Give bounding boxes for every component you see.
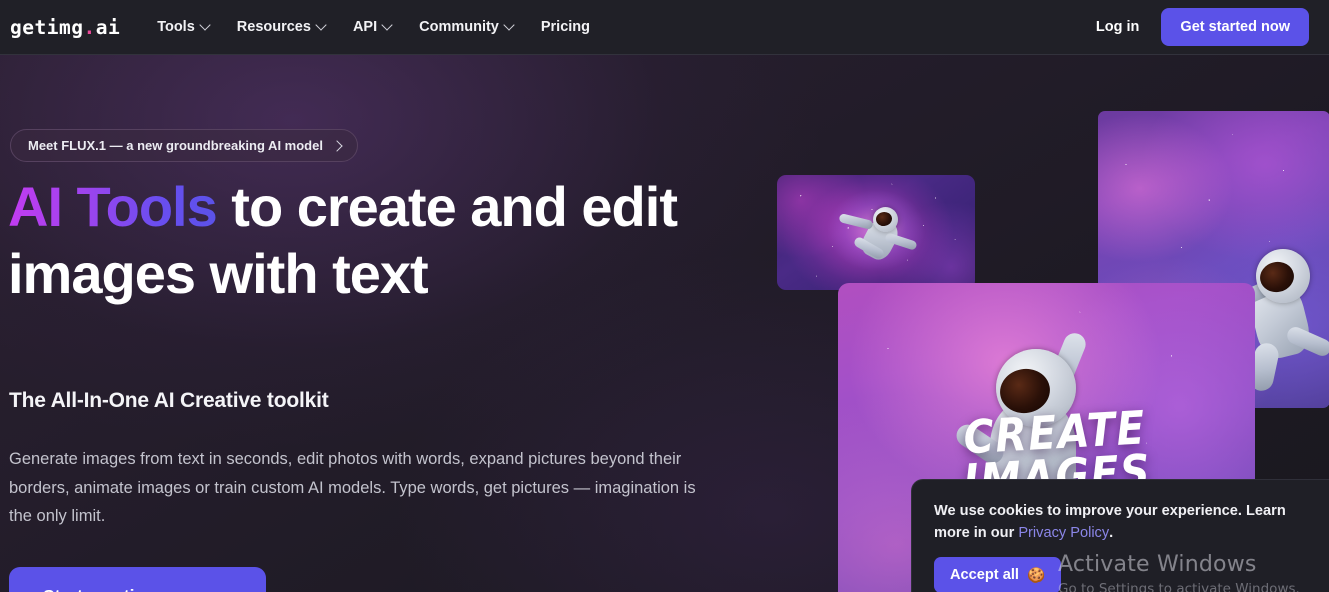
chevron-down-icon [383, 21, 392, 30]
nav-item-label: Tools [157, 19, 195, 35]
privacy-policy-link[interactable]: Privacy Policy [1018, 525, 1109, 541]
logo-dot: . [83, 15, 96, 39]
astronaut-figure-top [838, 203, 923, 269]
accept-all-cookies-button[interactable]: Accept all 🍪 [934, 557, 1062, 592]
page-title: AI Tools to create and edit images with … [8, 173, 768, 307]
hero-body-text: Generate images from text in seconds, ed… [9, 450, 696, 525]
nav-item-community[interactable]: Community [419, 19, 514, 35]
start-creating-label: Start creating now [43, 586, 196, 592]
nav-item-label: Resources [236, 19, 311, 35]
chevron-down-icon [201, 21, 210, 30]
announcement-badge[interactable]: Meet FLUX.1 — a new groundbreaking AI mo… [10, 129, 358, 162]
chevron-down-icon [505, 21, 514, 30]
nav-item-label: Community [419, 19, 499, 35]
nav-item-resources[interactable]: Resources [237, 19, 326, 35]
nav-links-group: Tools Resources API Community Pricing [157, 19, 590, 35]
cookie-consent-banner: We use cookies to improve your experienc… [911, 479, 1329, 592]
cookie-banner-text: We use cookies to improve your experienc… [934, 500, 1309, 544]
gallery-image-top[interactable] [777, 175, 975, 290]
logo-text: getimg [10, 15, 84, 39]
nav-item-tools[interactable]: Tools [157, 19, 210, 35]
cookie-icon: 🍪 [1026, 568, 1046, 584]
top-navigation-bar: getimg.ai Tools Resources API Community … [0, 0, 1329, 55]
announcement-badge-label: Meet FLUX.1 — a new groundbreaking AI mo… [28, 138, 323, 153]
nav-item-api[interactable]: API [353, 19, 392, 35]
get-started-button[interactable]: Get started now [1161, 8, 1309, 46]
headline-accent: AI Tools [8, 175, 218, 238]
nav-item-label: Pricing [540, 19, 591, 35]
cookie-text-after: . [1109, 525, 1114, 541]
nav-item-label: API [352, 19, 378, 35]
arrow-right-icon: → [213, 587, 232, 592]
nav-item-pricing[interactable]: Pricing [541, 19, 590, 35]
hero-subheadline: The All-In-One AI Creative toolkit [9, 389, 329, 412]
page-root: getimg.ai Tools Resources API Community … [0, 0, 1329, 592]
chevron-down-icon [317, 21, 326, 30]
logo-suffix: ai [95, 15, 121, 39]
chevron-right-icon [333, 141, 342, 150]
start-creating-button[interactable]: Start creating now → [9, 567, 266, 592]
starfield-overlay [777, 175, 975, 290]
login-link[interactable]: Log in [1096, 19, 1140, 35]
accept-all-label: Accept all [950, 567, 1019, 583]
site-logo[interactable]: getimg.ai [10, 16, 120, 39]
nav-actions-group: Log in Get started now [1096, 8, 1309, 46]
